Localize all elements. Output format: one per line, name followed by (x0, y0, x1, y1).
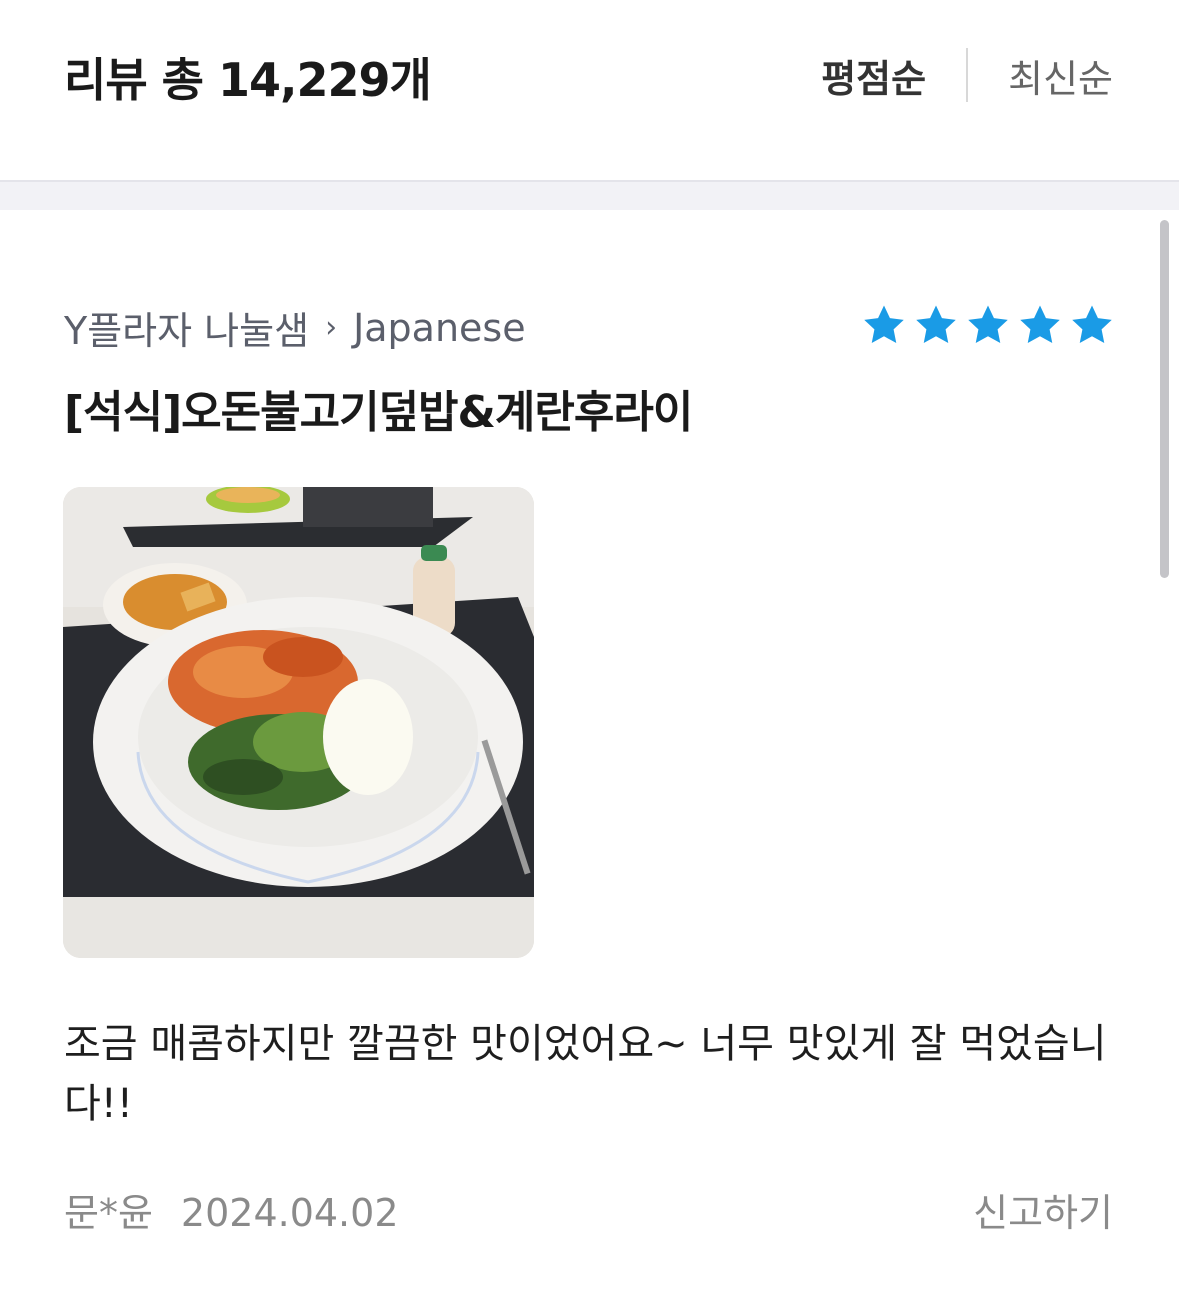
sort-by-rating-button[interactable]: 평점순 (821, 48, 926, 103)
star-icon (916, 305, 956, 344)
star-icon (1020, 305, 1060, 344)
review-card: Y플라자 나눌샘 › Japanese [석식]오돈불고기덮밥&계란후라이 조금… (0, 210, 1179, 1300)
food-photo[interactable] (63, 487, 534, 958)
section-separator (0, 180, 1179, 210)
breadcrumb[interactable]: Y플라자 나눌샘 › Japanese (64, 300, 526, 355)
review-text: 조금 매콤하지만 깔끔한 맛이었어요~ 너무 맛있게 잘 먹었습니다!! (64, 1021, 1107, 1127)
sort-divider (966, 48, 969, 102)
author-name: 문*윤 (64, 1191, 153, 1235)
sort-options: 평점순 최신순 (821, 48, 1113, 102)
star-icon (864, 305, 904, 344)
menu-title: [석식]오돈불고기덮밥&계란후라이 (64, 387, 693, 438)
review-header: 리뷰 총 14,229개 평점순 최신순 (0, 0, 1179, 180)
restaurant-name: Y플라자 나눌샘 (64, 309, 310, 353)
review-meta: 문*윤 2024.04.02 (64, 1182, 399, 1237)
review-date: 2024.04.02 (180, 1191, 399, 1235)
category-name: Japanese (353, 305, 526, 350)
sort-by-latest-button[interactable]: 최신순 (1008, 48, 1113, 103)
chevron-right-icon: › (325, 310, 338, 345)
star-icon (1072, 305, 1112, 344)
report-button[interactable]: 신고하기 (973, 1182, 1113, 1237)
food-photo-image (63, 487, 534, 958)
star-rating (861, 302, 1115, 348)
scrollbar[interactable] (1160, 220, 1169, 578)
star-icon (968, 305, 1008, 344)
review-count-title: 리뷰 총 14,229개 (64, 53, 432, 107)
